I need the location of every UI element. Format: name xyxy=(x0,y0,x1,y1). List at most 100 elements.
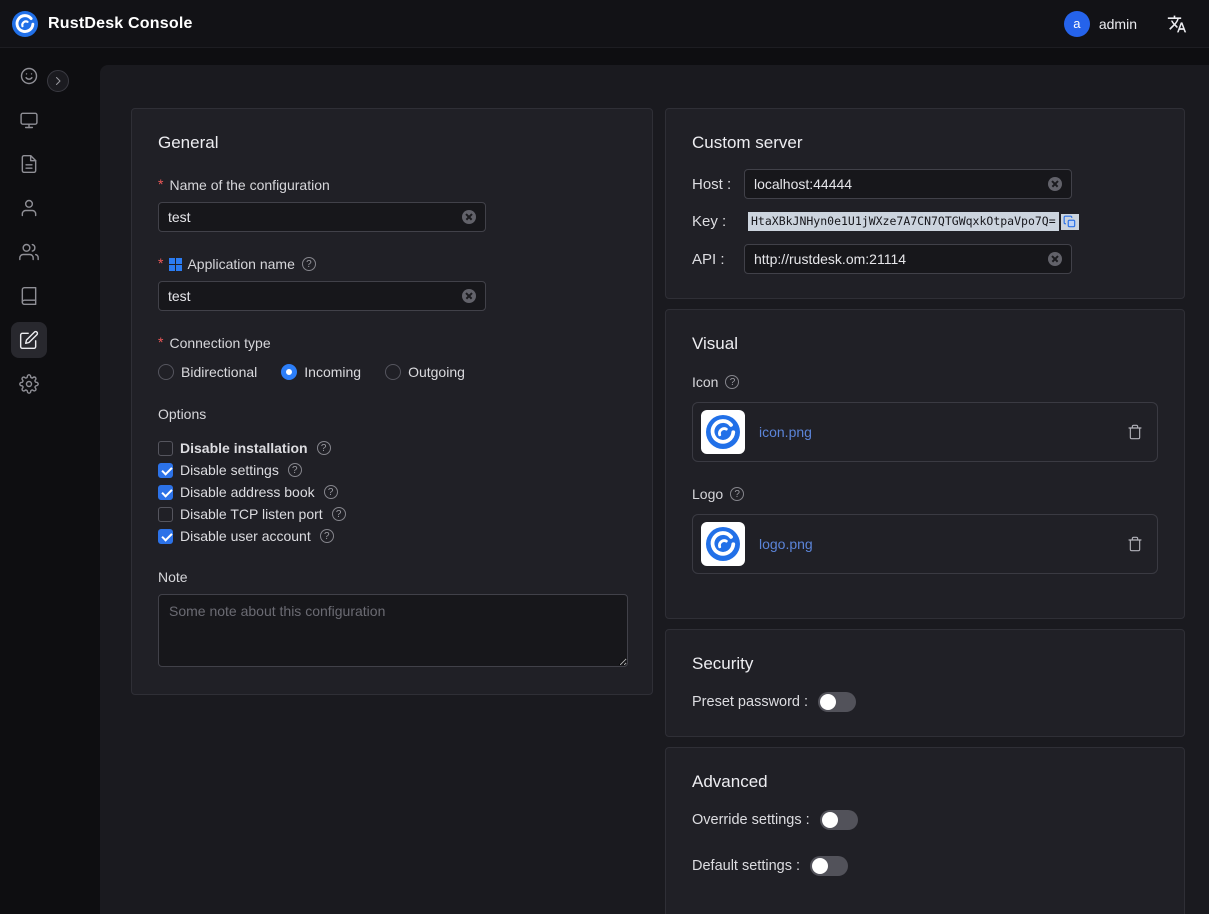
copy-icon[interactable] xyxy=(1061,214,1079,230)
checkbox-label: Disable settings xyxy=(180,462,279,478)
user-icon xyxy=(11,190,47,226)
clear-icon[interactable] xyxy=(1048,177,1062,191)
checkbox-control[interactable] xyxy=(158,529,173,544)
help-icon[interactable] xyxy=(730,487,744,501)
avatar[interactable]: a xyxy=(1064,11,1090,37)
sidebar-expand-button[interactable] xyxy=(47,70,69,92)
trash-icon[interactable] xyxy=(1127,536,1143,552)
help-icon[interactable] xyxy=(332,507,346,521)
sidebar-item-users[interactable] xyxy=(0,186,58,230)
clear-icon[interactable] xyxy=(1048,252,1062,266)
logo-label: Logo xyxy=(692,486,1158,502)
preset-password-row: Preset password : xyxy=(692,692,1158,712)
api-label: API : xyxy=(692,251,744,268)
config-name-label-text: Name of the configuration xyxy=(169,177,329,193)
help-icon[interactable] xyxy=(302,257,316,271)
key-row: Key : HtaXBkJNHyn0e1U1jWXze7A7CN7QTGWqxk… xyxy=(692,212,1158,231)
note-textarea[interactable] xyxy=(158,594,628,667)
key-label: Key : xyxy=(692,213,744,230)
icon-preview xyxy=(701,410,745,454)
override-settings-toggle[interactable] xyxy=(820,810,858,830)
translate-icon[interactable] xyxy=(1167,14,1187,34)
checkbox-item[interactable]: Disable TCP listen port xyxy=(158,503,626,525)
options-label: Options xyxy=(158,406,626,422)
host-row: Host : xyxy=(692,169,1158,199)
brand[interactable]: RustDesk Console xyxy=(12,11,193,37)
config-name-label: Name of the configuration xyxy=(158,177,626,193)
edit-icon xyxy=(11,322,47,358)
radio-control[interactable] xyxy=(158,364,174,380)
custom-server-card: Custom server Host : Key : HtaXBkJNH xyxy=(665,108,1185,299)
clear-icon[interactable] xyxy=(462,210,476,224)
connection-type-label-text: Connection type xyxy=(169,335,270,351)
config-name-input[interactable] xyxy=(168,209,462,225)
checkbox-item[interactable]: Disable address book xyxy=(158,481,626,503)
left-column: General Name of the configuration xyxy=(131,108,653,695)
config-name-field xyxy=(158,202,486,232)
api-input[interactable] xyxy=(754,251,1048,267)
host-input[interactable] xyxy=(754,176,1048,192)
radio-incoming[interactable]: Incoming xyxy=(281,364,361,380)
preset-password-toggle[interactable] xyxy=(818,692,856,712)
radio-control[interactable] xyxy=(281,364,297,380)
topbar-right: a admin xyxy=(1064,11,1187,37)
radio-label: Bidirectional xyxy=(181,364,257,380)
icon-file-box: icon.png xyxy=(692,402,1158,462)
sidebar xyxy=(0,48,58,914)
radio-control[interactable] xyxy=(385,364,401,380)
sidebar-item-logs[interactable] xyxy=(0,274,58,318)
help-icon[interactable] xyxy=(725,375,739,389)
help-icon[interactable] xyxy=(317,441,331,455)
default-settings-label: Default settings : xyxy=(692,858,800,874)
body: General Name of the configuration xyxy=(0,48,1209,914)
checkbox-control[interactable] xyxy=(158,463,173,478)
icon-file-link[interactable]: icon.png xyxy=(759,424,1127,440)
sidebar-item-devices[interactable] xyxy=(0,98,58,142)
checkbox-item[interactable]: Disable user account xyxy=(158,525,626,547)
help-icon[interactable] xyxy=(324,485,338,499)
application-name-input[interactable] xyxy=(168,288,462,304)
trash-icon[interactable] xyxy=(1127,424,1143,440)
custom-server-title: Custom server xyxy=(692,133,1158,153)
app-title: RustDesk Console xyxy=(48,15,193,33)
help-icon[interactable] xyxy=(288,463,302,477)
checkbox-label: Disable address book xyxy=(180,484,315,500)
book-icon xyxy=(11,278,47,314)
logo-label-text: Logo xyxy=(692,486,723,502)
radio-outgoing[interactable]: Outgoing xyxy=(385,364,465,380)
radio-bidirectional[interactable]: Bidirectional xyxy=(158,364,257,380)
smiley-icon xyxy=(11,58,47,94)
username: admin xyxy=(1099,16,1137,32)
app-root: RustDesk Console a admin xyxy=(0,0,1209,914)
checkbox-control[interactable] xyxy=(158,507,173,522)
advanced-card: Advanced Override settings : Default set… xyxy=(665,747,1185,914)
rustdesk-logo-icon xyxy=(706,415,740,449)
gear-icon xyxy=(11,366,47,402)
clear-icon[interactable] xyxy=(462,289,476,303)
general-title: General xyxy=(158,133,626,153)
note-label: Note xyxy=(158,569,626,585)
default-settings-toggle[interactable] xyxy=(810,856,848,876)
checkbox-control[interactable] xyxy=(158,485,173,500)
checkbox-label: Disable user account xyxy=(180,528,311,544)
key-value-box: HtaXBkJNHyn0e1U1jWXze7A7CN7QTGWqxkOtpaVp… xyxy=(748,212,1079,231)
sidebar-item-configurations[interactable] xyxy=(0,318,58,362)
application-name-label-text: Application name xyxy=(187,256,294,272)
sidebar-item-settings[interactable] xyxy=(0,362,58,406)
logo-file-link[interactable]: logo.png xyxy=(759,536,1127,552)
application-name-field xyxy=(158,281,486,311)
checkbox-item[interactable]: Disable installation xyxy=(158,437,626,459)
help-icon[interactable] xyxy=(320,529,334,543)
icon-label-text: Icon xyxy=(692,374,718,390)
checkbox-control[interactable] xyxy=(158,441,173,456)
user-menu[interactable]: a admin xyxy=(1064,11,1137,37)
visual-card: Visual Icon xyxy=(665,309,1185,619)
host-field xyxy=(744,169,1072,199)
sidebar-item-groups[interactable] xyxy=(0,230,58,274)
checkbox-label: Disable TCP listen port xyxy=(180,506,323,522)
chevron-right-icon xyxy=(52,75,64,87)
sidebar-item-audit[interactable] xyxy=(0,142,58,186)
preset-password-label: Preset password : xyxy=(692,694,808,710)
checkbox-item[interactable]: Disable settings xyxy=(158,459,626,481)
key-value[interactable]: HtaXBkJNHyn0e1U1jWXze7A7CN7QTGWqxkOtpaVp… xyxy=(748,212,1059,231)
